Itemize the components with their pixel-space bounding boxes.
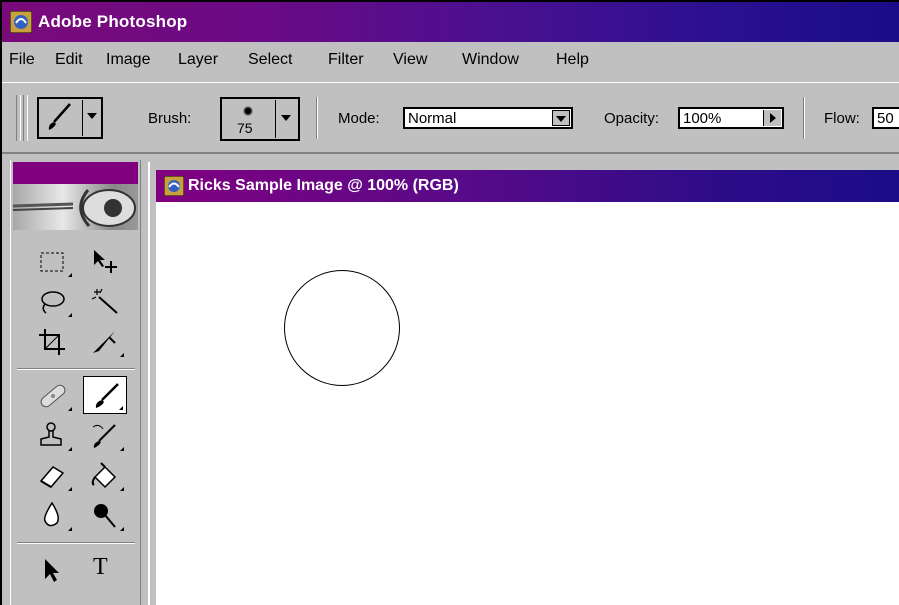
document-title: Ricks Sample Image @ 100% (RGB): [188, 177, 459, 194]
tool-preset-picker[interactable]: [37, 97, 103, 139]
tool-flyout-indicator: [68, 273, 72, 277]
options-divider-2: [803, 97, 805, 139]
slice-icon: [93, 331, 116, 353]
tool-preset-cell: [40, 100, 83, 136]
menu-filter[interactable]: Filter: [328, 51, 364, 69]
lasso-tool[interactable]: [31, 282, 75, 320]
menu-window[interactable]: Window: [462, 51, 519, 69]
brush-label: Brush:: [148, 110, 192, 127]
brush-picker[interactable]: 75: [220, 97, 300, 141]
photoshop-app-icon[interactable]: [10, 11, 32, 33]
brush-size: 75: [237, 120, 253, 136]
paint-bucket-tool[interactable]: [83, 456, 127, 494]
menu-select[interactable]: Select: [248, 51, 292, 69]
divider: [2, 152, 899, 154]
menu-edit[interactable]: Edit: [55, 51, 83, 69]
menu-layer[interactable]: Layer: [178, 51, 218, 69]
tool-flyout-indicator: [120, 487, 124, 491]
magic-wand-icon: [91, 288, 118, 314]
chevron-down-icon: [87, 113, 97, 119]
document-title-bar[interactable]: Ricks Sample Image @ 100% (RGB): [156, 170, 899, 202]
menu-help[interactable]: Help: [556, 51, 589, 69]
eye-icon: [12, 189, 136, 227]
toolbox-eye-logo[interactable]: [12, 184, 138, 230]
flow-label: Flow:: [824, 110, 860, 127]
app-title-bar[interactable]: Adobe Photoshop: [2, 2, 899, 42]
toolbox: T: [10, 160, 141, 605]
tool-flyout-indicator: [68, 313, 72, 317]
healing-brush-tool[interactable]: [31, 376, 75, 414]
brush-preview: 75: [223, 100, 276, 138]
tool-flyout-indicator: [68, 527, 72, 531]
brush-tool[interactable]: [83, 376, 127, 414]
eraser-icon: [39, 466, 65, 488]
drop-icon: [43, 501, 59, 527]
mode-select[interactable]: Normal: [403, 107, 573, 129]
brush-icon: [48, 103, 71, 130]
move-icon: [94, 250, 117, 273]
paint-bucket-icon: [91, 462, 117, 489]
chevron-down-icon: [281, 115, 291, 121]
menu-view[interactable]: View: [393, 51, 427, 69]
tool-flyout-indicator: [68, 447, 72, 451]
brush-cursor-outline: [284, 270, 400, 386]
lasso-icon: [41, 291, 65, 314]
flow-value: 50: [877, 110, 894, 127]
history-brush-tool[interactable]: [83, 416, 127, 454]
move-tool[interactable]: [83, 242, 127, 280]
options-divider: [316, 97, 318, 139]
clone-stamp-tool[interactable]: [31, 416, 75, 454]
brush-tip-icon: [243, 106, 253, 116]
options-bar-grip-2[interactable]: [23, 95, 28, 141]
bandage-icon: [40, 384, 66, 408]
opacity-value: 100%: [683, 110, 722, 127]
blur-tool[interactable]: [31, 496, 75, 534]
crop-icon: [39, 329, 65, 355]
brush-icon: [95, 383, 119, 408]
flow-field[interactable]: 50: [872, 107, 899, 129]
mode-label: Mode:: [338, 110, 380, 127]
menu-image[interactable]: Image: [106, 51, 150, 69]
stamp-icon: [40, 422, 62, 446]
type-icon: T: [93, 554, 108, 580]
menu-file[interactable]: File: [9, 51, 35, 69]
options-bar-grip[interactable]: [16, 95, 21, 141]
slice-tool[interactable]: [83, 322, 127, 360]
tool-flyout-indicator: [120, 353, 124, 357]
crop-tool[interactable]: [31, 322, 75, 360]
type-tool[interactable]: T: [83, 550, 127, 588]
tool-flyout-indicator: [119, 406, 123, 410]
opacity-label: Opacity:: [604, 110, 660, 127]
image-canvas[interactable]: [156, 202, 899, 605]
history-brush-icon: [92, 424, 116, 448]
dodge-icon: [94, 504, 116, 528]
arrow-pointer-icon: [45, 559, 59, 582]
marquee-tool[interactable]: [31, 242, 75, 280]
toolbox-divider: [17, 542, 135, 544]
toolbox-divider: [17, 368, 135, 370]
opacity-field[interactable]: 100%: [678, 107, 784, 129]
app-title: Adobe Photoshop: [38, 12, 188, 31]
path-selection-tool[interactable]: [31, 550, 75, 588]
toolbox-title-bar[interactable]: [13, 162, 138, 184]
tool-flyout-indicator: [68, 487, 72, 491]
tool-flyout-indicator: [68, 407, 72, 411]
marquee-icon: [40, 252, 64, 272]
chevron-right-icon[interactable]: [763, 110, 781, 126]
magic-wand-tool[interactable]: [83, 282, 127, 320]
mode-value: Normal: [408, 110, 457, 127]
tool-flyout-indicator: [120, 527, 124, 531]
document-window: Ricks Sample Image @ 100% (RGB): [148, 162, 899, 605]
dodge-tool[interactable]: [83, 496, 127, 534]
tool-flyout-indicator: [120, 447, 124, 451]
menu-bar: File Edit Image Layer Select Filter View…: [2, 42, 899, 82]
options-bar: Brush: 75 Mode: Normal Opacity: 100% Flo…: [2, 82, 899, 153]
document-icon: [164, 176, 184, 196]
chevron-down-icon[interactable]: [552, 110, 570, 126]
eraser-tool[interactable]: [31, 456, 75, 494]
